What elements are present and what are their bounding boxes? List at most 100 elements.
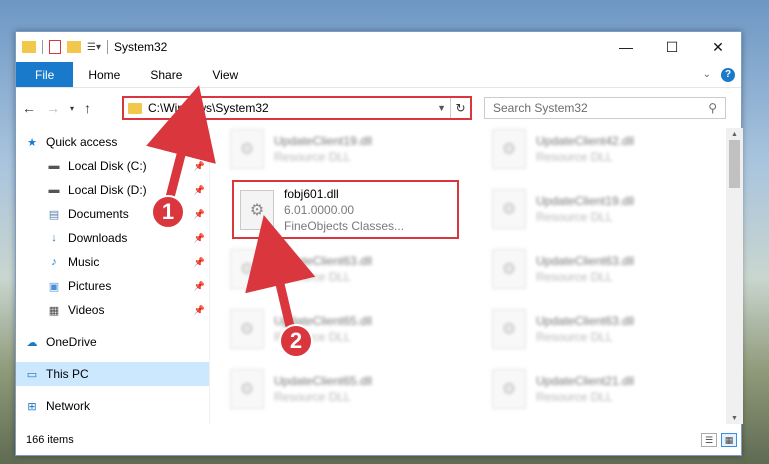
sidebar-item-label: This PC [46, 367, 89, 381]
search-input[interactable]: Search System32 ⚲ [484, 97, 726, 119]
file-tile[interactable]: ⚙ UpdateClient19.dll Resource DLL [230, 120, 460, 178]
search-icon[interactable]: ⚲ [708, 101, 717, 115]
file-name: UpdateClient19.dll [274, 134, 373, 148]
file-type: Resource DLL [274, 150, 351, 164]
dll-file-icon: ⚙ [230, 369, 264, 409]
dll-file-icon: ⚙ [492, 369, 526, 409]
sidebar-item-label: Local Disk (D:) [68, 183, 147, 197]
file-tile[interactable]: ⚙ UpdateClient19.dll Resource DLL [492, 180, 722, 238]
tab-file[interactable]: File [16, 62, 74, 87]
minimize-button[interactable]: — [603, 32, 649, 62]
view-switcher: ☰ ▦ [701, 433, 743, 447]
window-controls: — ☐ ✕ [603, 32, 741, 62]
file-tile[interactable]: ⚙ UpdateClient65.dll Resource DLL [230, 360, 460, 418]
scroll-down-icon[interactable]: ▼ [726, 412, 743, 424]
sidebar-item-label: Local Disk (C:) [68, 159, 147, 173]
sidebar-item[interactable]: ♪ Music 📌 [16, 250, 209, 274]
ribbon-right: ⌄ ? [703, 62, 741, 87]
divider [106, 40, 108, 54]
dll-file-icon: ⚙ [492, 309, 526, 349]
maximize-button[interactable]: ☐ [649, 32, 695, 62]
refresh-icon[interactable]: ↻ [450, 98, 470, 118]
window-title: System32 [113, 40, 168, 54]
file-tile-selected[interactable]: ⚙ fobj601.dll 6.01.0000.00 FineObjects Clas… [232, 180, 459, 239]
recent-locations-icon[interactable]: ▾ [70, 104, 74, 113]
sidebar-item[interactable]: ★ Quick access [16, 130, 209, 154]
back-arrow-icon[interactable]: ← [22, 100, 36, 116]
download-icon: ↓ [51, 232, 57, 244]
file-tile[interactable]: ⚙ UpdateClient63.dll Resource DLL [492, 240, 722, 298]
file-type: Resource DLL [536, 330, 613, 344]
sidebar-item-label: Music [68, 255, 100, 269]
sidebar-item[interactable]: ↓ Downloads 📌 [16, 226, 209, 250]
expand-ribbon-icon[interactable]: ⌄ [703, 69, 711, 80]
tab-home[interactable]: Home [73, 62, 135, 87]
sidebar-item[interactable]: ☁ OneDrive [16, 330, 209, 354]
pin-icon[interactable]: 📌 [194, 209, 205, 220]
file-name: UpdateClient63.dll [536, 254, 635, 268]
explorer-body: ★ Quick access ▬ Local Disk (C:) 📌 ▬ Local Dis… [16, 128, 743, 424]
sidebar-item[interactable]: ▬ Local Disk (D:) 📌 [16, 178, 209, 202]
file-name: fobj601.dll [284, 186, 339, 201]
sidebar-item[interactable]: ⊞ Network [16, 394, 209, 418]
folder-icon[interactable] [22, 41, 36, 53]
file-info: UpdateClient19.dll Resource DLL [536, 193, 634, 225]
vertical-scrollbar[interactable]: ▲ ▼ [726, 128, 743, 424]
sidebar-item[interactable]: ▭ This PC [16, 362, 209, 386]
sidebar-item[interactable]: ▬ Local Disk (C:) 📌 [16, 154, 209, 178]
music-icon: ♪ [51, 256, 57, 268]
file-type: 6.01.0000.00 [284, 202, 355, 217]
chevron-down-icon[interactable]: ▼ [433, 103, 450, 113]
file-info: UpdateClient21.dll Resource DLL [536, 373, 634, 405]
tiles-view-icon[interactable]: ▦ [721, 433, 737, 447]
file-tile[interactable]: ⚙UpdateClient65.dllResource DLL [230, 300, 460, 358]
dll-file-icon: ⚙ [230, 309, 264, 349]
file-tile[interactable]: ⚙ UpdateClient63.dll Resource DLL [492, 300, 722, 358]
forward-arrow-icon[interactable]: → [46, 100, 60, 116]
file-tile[interactable]: ⚙ UpdateClient21.dll Resource DLL [492, 360, 722, 418]
tab-view[interactable]: View [197, 62, 253, 87]
file-tile[interactable]: ⚙ UpdateClient63.dll Resource DLL [230, 240, 460, 298]
file-tile[interactable]: ⚙ UpdateClient42.dll Resource DLL [492, 120, 722, 178]
file-name: UpdateClient19.dll [536, 194, 635, 208]
videos-icon: ▦ [48, 304, 60, 317]
close-button[interactable]: ✕ [695, 32, 741, 62]
status-bar: 166 items ☰ ▦ [16, 430, 743, 450]
drive-icon: ▬ [48, 160, 60, 172]
sidebar-item-label: Documents [68, 207, 129, 221]
folder-icon [128, 102, 142, 114]
file-info: UpdateClient63.dll Resource DLL [536, 253, 634, 285]
file-info: UpdateClient65.dll Resource DLL [274, 373, 372, 405]
file-info: UpdateClient19.dll Resource DLL [274, 133, 372, 165]
pin-icon[interactable]: 📌 [194, 161, 205, 172]
customize-toolbar-icon[interactable]: ☰▾ [87, 42, 101, 53]
documents-icon: ▤ [48, 208, 60, 221]
scroll-up-icon[interactable]: ▲ [726, 128, 743, 140]
pin-icon[interactable]: 📌 [194, 257, 205, 268]
properties-icon[interactable] [49, 40, 61, 54]
sidebar-item[interactable]: ▣ Pictures 📌 [16, 274, 209, 298]
details-view-icon[interactable]: ☰ [701, 433, 717, 447]
pin-icon[interactable]: 📌 [194, 281, 205, 292]
sidebar-item[interactable]: ▦ Videos 📌 [16, 298, 209, 322]
quick-access-toolbar: ☰▾ [16, 40, 108, 54]
file-type: Resource DLL [274, 270, 351, 284]
sidebar-item-label: Pictures [68, 279, 112, 293]
address-bar[interactable]: C:\Windows\System32 ▼ ↻ [122, 96, 472, 120]
address-path[interactable]: C:\Windows\System32 [148, 101, 433, 115]
sidebar-item-label: Network [46, 399, 91, 413]
pin-icon[interactable]: 📌 [194, 305, 205, 316]
help-icon[interactable]: ? [721, 67, 735, 82]
file-type: Resource DLL [274, 390, 351, 404]
file-name: UpdateClient65.dll [274, 374, 373, 388]
scrollbar-thumb[interactable] [729, 140, 740, 188]
file-info: fobj601.dll 6.01.0000.00 FineObjects Class… [284, 186, 404, 234]
pin-icon[interactable]: 📌 [194, 185, 205, 196]
sidebar-item-label: Quick access [46, 135, 118, 149]
dll-file-icon: ⚙ [492, 249, 526, 289]
pin-icon[interactable]: 📌 [194, 233, 205, 244]
tab-share[interactable]: Share [135, 62, 197, 87]
new-folder-icon[interactable] [67, 41, 81, 53]
navigation-buttons: ← → ▾ ↑ [22, 100, 122, 116]
up-arrow-icon[interactable]: ↑ [84, 100, 91, 116]
